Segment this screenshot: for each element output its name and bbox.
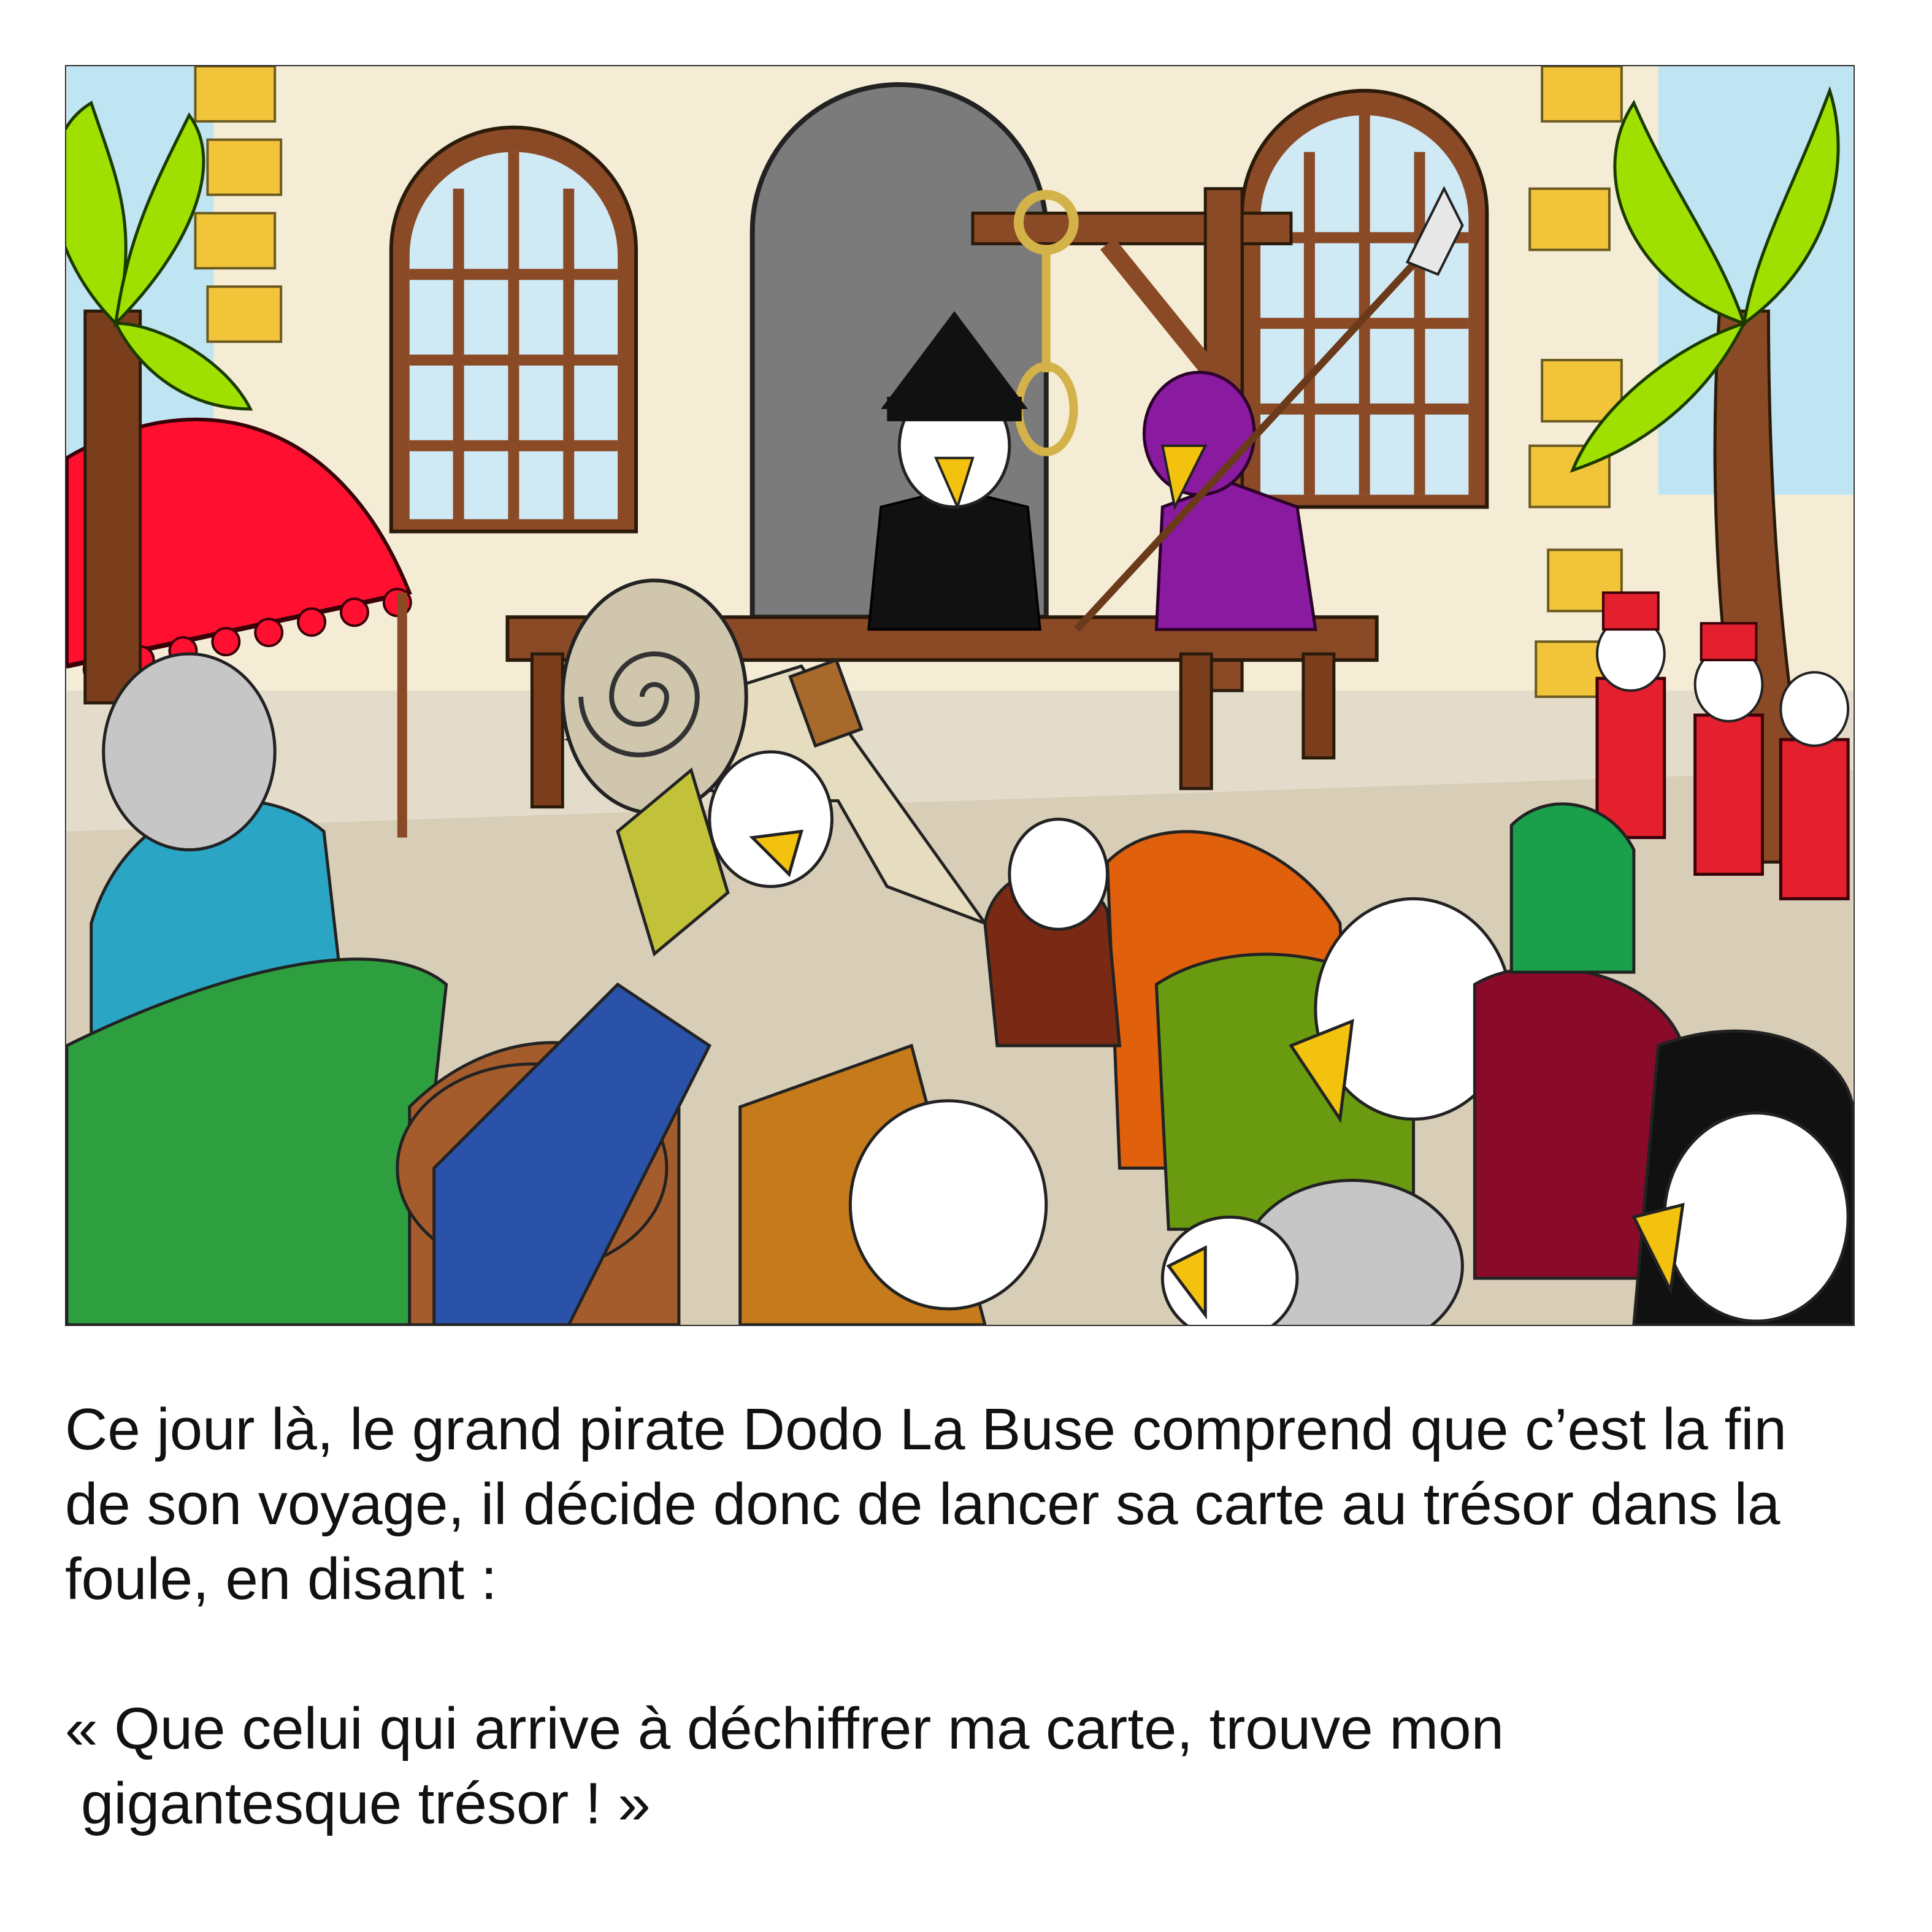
arched-window-left xyxy=(389,125,638,534)
narration-line-3: foule, en disant : xyxy=(65,1546,497,1612)
scene-illustration xyxy=(65,65,1855,1326)
narration-line-1: Ce jour là, le grand pirate Dodo La Buse… xyxy=(65,1397,1787,1462)
quote-line-2: gigantesque trésor ! » xyxy=(81,1771,651,1836)
story-caption: Ce jour là, le grand pirate Dodo La Buse… xyxy=(65,1392,1862,1841)
quote-line-1: « Que celui qui arrive à déchiffrer ma c… xyxy=(65,1696,1504,1761)
arched-window-right xyxy=(1240,88,1489,509)
story-page: Ce jour là, le grand pirate Dodo La Buse… xyxy=(0,0,1932,1932)
narration-line-2: de son voyage, il décide donc de lancer … xyxy=(65,1471,1781,1537)
illustration-canvas xyxy=(66,66,1853,1325)
